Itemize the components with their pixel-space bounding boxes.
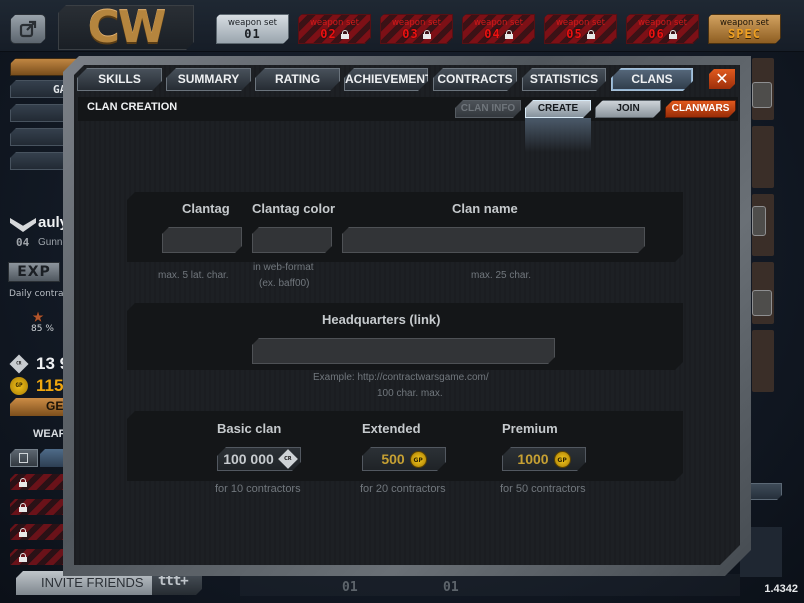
plan-extended-note: for 20 contractors [360, 483, 446, 495]
plan-basic-note: for 10 contractors [215, 483, 301, 495]
clantag-input-wrap [162, 227, 242, 253]
headquarters-hint-2: 100 char. max. [377, 388, 443, 399]
active-subtab-glow [525, 118, 591, 152]
close-icon: ✕ [715, 69, 729, 88]
buy-premium-clan-button[interactable]: 1000 GP [502, 447, 586, 471]
subtab-create[interactable]: CREATE [525, 100, 591, 118]
game-logo: CW [58, 5, 194, 50]
bottom-strip [240, 574, 740, 596]
star-icon: ★ [32, 303, 45, 327]
weapon-set-number: 03 [402, 27, 419, 41]
weapon-set-06[interactable]: weapon set 06 [626, 14, 699, 44]
daily-contract-progress: 85 % [31, 324, 54, 334]
armor-icon [752, 290, 772, 316]
lock-icon [19, 478, 27, 487]
close-button[interactable]: ✕ [709, 69, 735, 89]
subtab-clanwars[interactable]: CLANWARS [665, 100, 736, 118]
bottom-slot-number: 01 [443, 580, 459, 595]
clantag-label: Clantag [182, 201, 230, 216]
weapon-set-number: SPEC [728, 27, 761, 41]
weapon-set-number: 01 [244, 27, 261, 41]
gp-currency-icon: GP [10, 377, 28, 395]
plan-basic-name: Basic clan [217, 421, 282, 436]
buy-extended-clan-button[interactable]: 500 GP [362, 447, 446, 471]
clantag-input[interactable] [163, 228, 241, 252]
section-title: CLAN CREATION [87, 101, 178, 113]
tab-statistics[interactable]: STATISTICS [522, 68, 606, 91]
plan-premium-note: for 50 contractors [500, 483, 586, 495]
weapon-set-number: 02 [320, 27, 337, 41]
weapon-set-number: 06 [648, 27, 665, 41]
plan-basic-price: 100 000 [223, 451, 274, 467]
lock-icon [669, 30, 677, 39]
external-link-button[interactable] [10, 14, 46, 44]
weapon-set-spec[interactable]: weapon set SPEC [708, 14, 781, 44]
subtab-clan-info[interactable]: CLAN INFO [455, 100, 521, 118]
weapon-set-number: 05 [566, 27, 583, 41]
tab-contracts[interactable]: CONTRACTS [433, 68, 517, 91]
weapon-set-04[interactable]: weapon set 04 [462, 14, 535, 44]
clantag-color-input[interactable] [253, 228, 331, 252]
external-link-icon [19, 20, 37, 38]
weapon-set-01[interactable]: weapon set 01 [216, 14, 289, 44]
tool-icon [752, 206, 766, 236]
clantag-color-label: Clantag color [252, 201, 336, 216]
clantag-color-hint-1: in web-format [253, 262, 314, 273]
headquarters-input-wrap [252, 338, 555, 364]
weapon-set-03[interactable]: weapon set 03 [380, 14, 453, 44]
lock-icon [19, 553, 27, 562]
lock-icon [587, 30, 595, 39]
weapon-set-02[interactable]: weapon set 02 [298, 14, 371, 44]
daily-contract-label: Daily contrac [9, 289, 69, 299]
lock-icon [341, 30, 349, 39]
lock-icon [505, 30, 513, 39]
plan-premium-price: 1000 [517, 451, 549, 467]
headquarters-label: Headquarters (link) [322, 312, 441, 327]
clantag-color-hint-2: (ex. baff00) [259, 278, 310, 289]
armor-icon [752, 82, 772, 108]
clantag-color-input-wrap [252, 227, 332, 253]
cr-coin-icon: CR [278, 449, 298, 469]
lock-icon [19, 528, 27, 537]
lock-icon [19, 503, 27, 512]
bottom-slot-number: 01 [342, 580, 358, 595]
clan-name-label: Clan name [452, 201, 518, 216]
plan-premium-name: Premium [502, 421, 558, 436]
gp-coin-icon: GP [554, 451, 571, 468]
clan-name-input[interactable] [343, 228, 644, 252]
exp-badge: EXP [8, 262, 60, 282]
headquarters-hint-1: Example: http://contractwarsgame.com/ [313, 372, 489, 383]
buy-basic-clan-button[interactable]: 100 000 CR [217, 447, 301, 471]
tab-summary[interactable]: SUMMARY [166, 68, 251, 91]
clan-name-hint: max. 25 char. [471, 270, 532, 281]
right-side-button[interactable] [750, 483, 782, 500]
gp-coin-icon: GP [410, 451, 427, 468]
plan-extended-name: Extended [362, 421, 421, 436]
plan-extended-price: 500 [381, 451, 405, 467]
subtab-join[interactable]: JOIN [595, 100, 661, 118]
equipment-slot[interactable] [752, 330, 774, 392]
clan-name-input-wrap [342, 227, 645, 253]
player-level: 04 [16, 236, 30, 249]
get-currency-label: GE [46, 399, 64, 413]
equipment-slot[interactable] [752, 126, 774, 188]
tab-skills[interactable]: SKILLS [77, 68, 162, 91]
tab-achievements[interactable]: ACHIEVEMENTS [344, 68, 428, 91]
version-label: 1.4342 [764, 583, 798, 595]
rank-chevron-icon [10, 218, 36, 232]
headquarters-input[interactable] [253, 339, 554, 363]
logo-text: CW [87, 1, 165, 53]
game-screen: CW weapon set 01 weapon set 02 weapon se… [0, 0, 804, 603]
tab-clans[interactable]: CLANS [611, 68, 693, 91]
gp-balance: 115 [36, 376, 64, 395]
save-icon[interactable] [10, 449, 38, 467]
clantag-hint: max. 5 lat. char. [158, 270, 229, 281]
invite-friends-label: INVITE FRIENDS [41, 575, 144, 590]
tab-rating[interactable]: RATING [255, 68, 340, 91]
cr-currency-icon: CR [9, 354, 29, 374]
weapon-set-05[interactable]: weapon set 05 [544, 14, 617, 44]
weapon-set-number: 04 [484, 27, 501, 41]
lock-icon [423, 30, 431, 39]
